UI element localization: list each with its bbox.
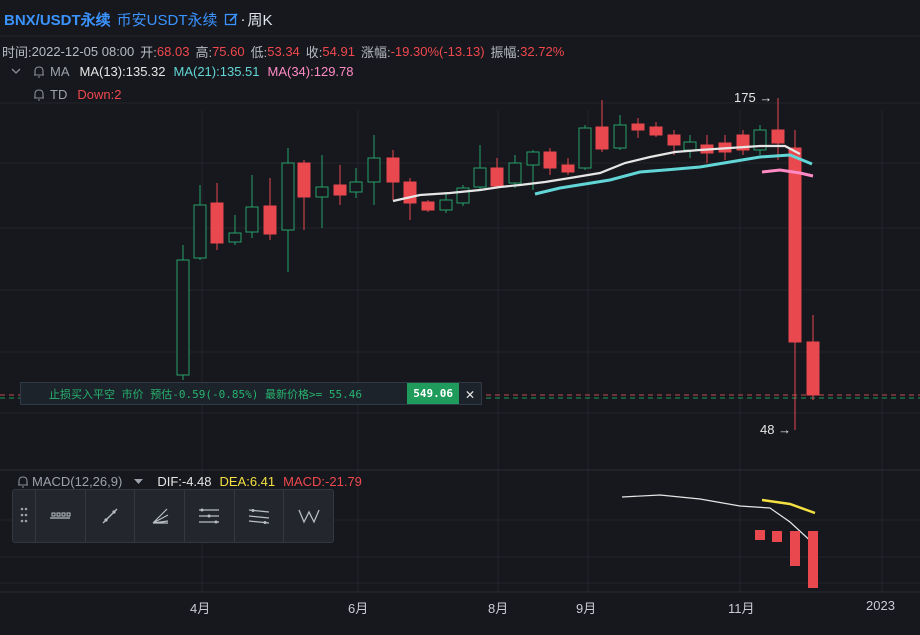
macd-dif-value: DIF:-4.48 — [157, 474, 212, 489]
macd-indicator-row: MACD(12,26,9) DIF:-4.48 DEA:6.41 MACD:-2… — [16, 474, 362, 489]
ma13-line — [392, 144, 801, 203]
candle-down — [543, 151, 557, 169]
x-axis-label: 4月 — [190, 601, 211, 616]
x-axis-label: 8月 — [488, 601, 509, 616]
candle-up — [228, 232, 242, 243]
candle-down — [403, 181, 417, 204]
candle-down — [561, 164, 575, 173]
macd-histogram-bar — [772, 531, 782, 542]
candle-up — [245, 206, 259, 233]
candle-down — [333, 184, 347, 196]
candle-up — [315, 186, 329, 198]
bell-icon[interactable] — [16, 475, 30, 489]
macd-histogram-bar — [808, 531, 818, 588]
candle-up — [281, 162, 295, 231]
horizontal-ray-tool-icon[interactable] — [34, 490, 85, 542]
x-axis-label: 11月 — [728, 601, 755, 616]
candle-up — [526, 151, 540, 166]
macd-indicator-name[interactable]: MACD(12,26,9) — [32, 474, 122, 489]
parallel-channel-tool-icon[interactable] — [183, 490, 234, 542]
fan-tool-icon[interactable] — [134, 490, 184, 542]
pattern-tool-icon[interactable] — [283, 490, 333, 542]
candle-up — [473, 167, 487, 188]
candle-down — [806, 341, 820, 396]
ma21-line — [534, 153, 813, 196]
candle-down — [490, 167, 504, 187]
candle-down — [667, 134, 681, 146]
candle-down — [649, 126, 663, 136]
candle-up — [176, 259, 190, 376]
trend-line-tool-icon[interactable] — [84, 490, 135, 542]
lowest-price-marker: 48 → — [760, 422, 792, 437]
macd-histogram-bar — [790, 531, 800, 566]
candle-down — [263, 205, 277, 235]
candle-down — [386, 157, 400, 183]
x-axis-label: 2023 — [866, 598, 895, 613]
macd-histogram-value: MACD:-21.79 — [283, 474, 362, 489]
candle-up — [508, 162, 522, 184]
x-axis-label: 6月 — [348, 601, 369, 616]
candle-down — [297, 162, 311, 198]
drawing-toolbar — [12, 489, 334, 543]
stop-order-price[interactable]: 549.06 — [407, 383, 459, 404]
candle-up — [683, 141, 697, 151]
stop-order-line[interactable]: 止损买入平空 市价 预估-0.59(-0.85%) 最新价格>= 55.46 5… — [20, 382, 482, 405]
candle-up — [193, 204, 207, 259]
candle-down — [771, 129, 785, 144]
macd-dea-value: DEA:6.41 — [219, 474, 276, 489]
ma-lines — [392, 144, 814, 203]
candle-up — [439, 199, 453, 211]
drag-grip-icon[interactable] — [13, 506, 35, 527]
candle-down — [210, 202, 224, 244]
stop-order-text[interactable]: 止损买入平空 市价 预估-0.59(-0.85%) 最新价格>= 55.46 — [21, 386, 407, 402]
regression-channel-tool-icon[interactable] — [233, 490, 284, 542]
candle-down — [595, 126, 609, 150]
candle-up — [578, 127, 592, 169]
highest-price-marker: 175 → — [734, 90, 773, 105]
candle-down — [788, 147, 802, 343]
macd-pane — [621, 494, 818, 588]
candle-up — [367, 157, 381, 183]
candle-up — [613, 124, 627, 149]
candle-down — [631, 123, 645, 131]
macd-histogram-bar — [755, 530, 765, 540]
macd-dea-line — [761, 498, 816, 515]
close-icon[interactable]: ✕ — [459, 385, 481, 403]
candle-up — [349, 181, 363, 193]
ma34-line — [761, 168, 814, 178]
candle-down — [421, 201, 435, 211]
triangle-down-icon[interactable] — [134, 478, 144, 485]
x-axis-label: 9月 — [576, 601, 597, 616]
